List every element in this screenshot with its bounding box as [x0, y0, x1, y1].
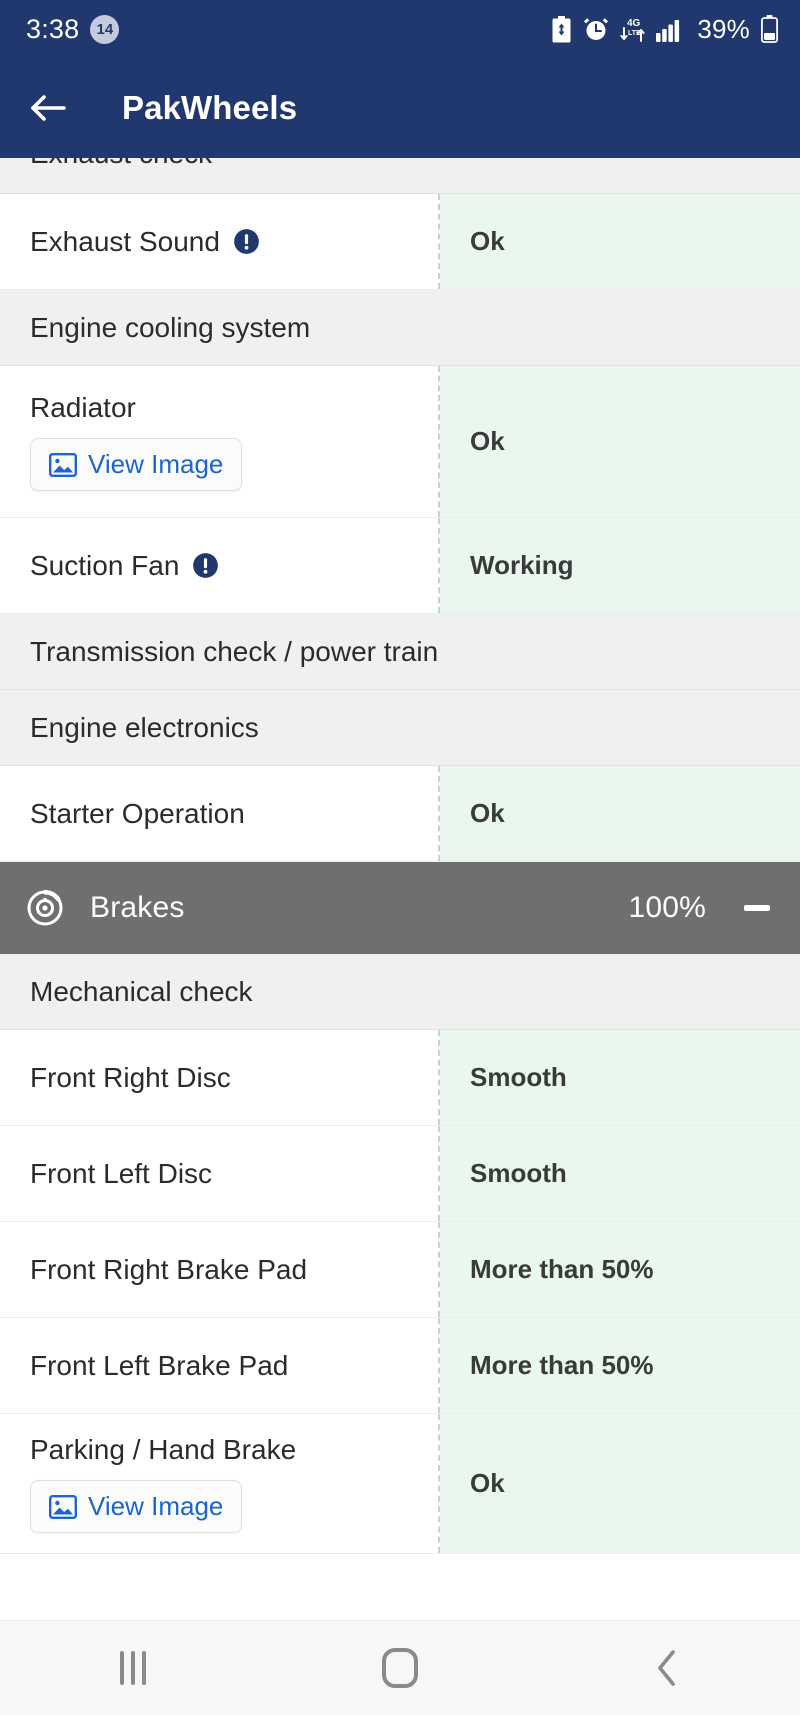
row-label-text: Front Right Disc	[30, 1061, 231, 1093]
row-label-cell: Exhaust Sound	[0, 194, 440, 289]
phone-screen: 3:38 14 4G LTE 39% PakWheels Exhaust Sou…	[0, 0, 800, 1715]
row-label-text: Front Right Brake Pad	[30, 1253, 308, 1285]
table-row: Starter Operation Ok	[0, 766, 800, 862]
table-row: Exhaust Sound Ok	[0, 194, 800, 290]
android-nav-bar	[0, 1620, 800, 1715]
recent-apps-icon[interactable]	[73, 1621, 193, 1715]
image-icon	[49, 1494, 77, 1519]
table-row: Radiator View Image Ok	[0, 366, 800, 518]
section-subheading: Transmission check / power train	[0, 614, 800, 690]
row-label-cell: Front Left Disc	[0, 1126, 440, 1221]
section-subheading: Exhaust check	[0, 158, 800, 194]
app-bar: PakWheels	[0, 58, 800, 158]
row-label-cell: Suction Fan	[0, 518, 440, 613]
status-bar: 3:38 14 4G LTE 39%	[0, 0, 800, 58]
category-header-brakes[interactable]: Brakes 100%	[0, 862, 800, 954]
row-label-cell: Radiator View Image	[0, 366, 440, 517]
row-label-cell: Front Right Disc	[0, 1030, 440, 1125]
collapse-minus-icon[interactable]	[742, 905, 772, 911]
table-row: Front Left Brake Pad More than 50%	[0, 1318, 800, 1414]
table-row: Front Right Disc Smooth	[0, 1030, 800, 1126]
row-value-cell: Smooth	[440, 1030, 800, 1125]
battery-percent-label: 39%	[697, 13, 750, 44]
row-label-text: Exhaust Sound	[30, 225, 220, 257]
row-label-text: Front Left Disc	[30, 1157, 213, 1189]
svg-text:4G: 4G	[627, 18, 641, 29]
row-label-text: Front Left Brake Pad	[30, 1349, 289, 1381]
row-value-cell: Working	[440, 518, 800, 613]
row-value-cell: More than 50%	[440, 1222, 800, 1317]
status-bar-left: 3:38 14	[26, 13, 120, 45]
row-label-text: Starter Operation	[30, 797, 245, 829]
section-subheading-label: Mechanical check	[30, 975, 253, 1007]
row-label-cell: Front Left Brake Pad	[0, 1318, 440, 1413]
image-icon	[49, 452, 77, 477]
view-image-button[interactable]: View Image	[30, 438, 243, 491]
battery-icon	[761, 15, 778, 43]
section-subheading-label: Engine cooling system	[30, 311, 311, 343]
inspection-list[interactable]: Exhaust check Exhaust Sound Ok Engine co…	[0, 158, 800, 1620]
row-value-cell: Ok	[440, 766, 800, 861]
row-label-cell: Parking / Hand Brake View Image	[0, 1414, 440, 1553]
battery-saver-icon	[551, 15, 572, 43]
info-icon[interactable]	[192, 552, 219, 579]
row-value-cell: Ok	[440, 194, 800, 289]
table-row: Parking / Hand Brake View Image Ok	[0, 1414, 800, 1554]
section-subheading: Mechanical check	[0, 954, 800, 1030]
alarm-icon	[583, 16, 609, 42]
row-label-text: Radiator	[30, 392, 136, 423]
table-row: Front Right Brake Pad More than 50%	[0, 1222, 800, 1318]
view-image-button[interactable]: View Image	[30, 1480, 243, 1533]
signal-bars-icon	[656, 16, 684, 42]
status-clock: 3:38	[26, 13, 80, 44]
row-value-cell: Ok	[440, 1414, 800, 1553]
section-subheading: Engine electronics	[0, 690, 800, 766]
notification-count-badge: 14	[90, 14, 120, 44]
category-percent: 100%	[628, 891, 706, 924]
row-value-cell: More than 50%	[440, 1318, 800, 1413]
row-label-text: Parking / Hand Brake	[30, 1434, 297, 1465]
category-title: Brakes	[90, 891, 185, 924]
table-row: Suction Fan Working	[0, 518, 800, 614]
table-row: Front Left Disc Smooth	[0, 1126, 800, 1222]
section-subheading-label: Exhaust check	[30, 158, 212, 170]
info-icon[interactable]	[233, 228, 260, 255]
brake-disc-icon	[27, 889, 63, 926]
view-image-label: View Image	[88, 1491, 224, 1521]
row-label-cell: Front Right Brake Pad	[0, 1222, 440, 1317]
row-value-cell: Smooth	[440, 1126, 800, 1221]
row-label-cell: Starter Operation	[0, 766, 440, 861]
page-title: PakWheels	[122, 89, 298, 126]
status-bar-right: 4G LTE 39%	[551, 14, 778, 45]
home-icon[interactable]	[340, 1621, 460, 1715]
section-subheading-label: Transmission check / power train	[30, 635, 439, 667]
back-arrow-icon[interactable]	[26, 86, 70, 130]
back-icon[interactable]	[607, 1621, 727, 1715]
row-label-text: Suction Fan	[30, 549, 180, 581]
section-subheading: Engine cooling system	[0, 290, 800, 366]
view-image-label: View Image	[88, 449, 224, 479]
row-value-cell: Ok	[440, 366, 800, 517]
section-subheading-label: Engine electronics	[30, 711, 259, 743]
mobile-data-icon: 4G LTE	[620, 15, 645, 43]
